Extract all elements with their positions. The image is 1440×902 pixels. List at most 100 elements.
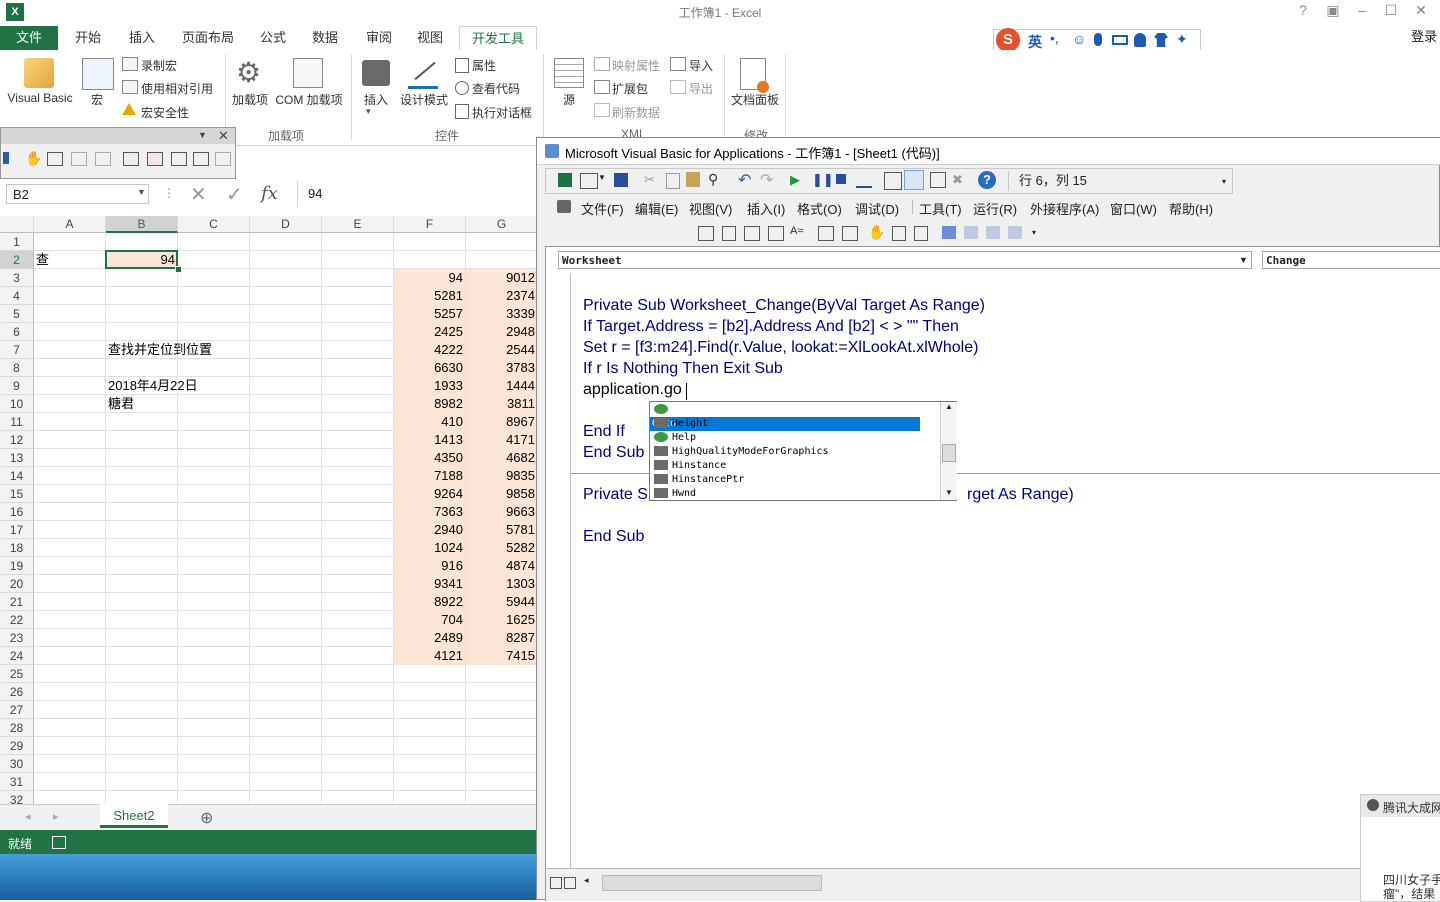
row-header[interactable]: 20 (0, 575, 34, 593)
intellisense-item[interactable]: HinstancePtr (650, 473, 940, 487)
object-dropdown-icon[interactable]: ▼ (1239, 255, 1248, 265)
cell-f17[interactable]: 2940 (396, 521, 466, 539)
previous-bookmark-icon[interactable] (986, 226, 1000, 239)
intellisense-item[interactable]: Goto (650, 403, 940, 431)
cell-f8[interactable]: 6630 (396, 359, 466, 377)
cell-f12[interactable]: 1413 (396, 431, 466, 449)
row-header[interactable]: 22 (0, 611, 34, 629)
cell-g11[interactable]: 8967 (468, 413, 538, 431)
row-header[interactable]: 19 (0, 557, 34, 575)
cell-g6[interactable]: 2948 (468, 323, 538, 341)
close-button[interactable]: ✕ (1407, 2, 1435, 19)
cell-f21[interactable]: 8922 (396, 593, 466, 611)
menu-help[interactable]: 帮助(H) (1169, 199, 1213, 218)
cell-g7[interactable]: 2544 (468, 341, 538, 359)
parameter-info-icon[interactable] (768, 226, 784, 241)
cell-f5[interactable]: 5257 (396, 305, 466, 323)
tab-data[interactable]: 数据 (300, 26, 350, 50)
hand-icon[interactable]: ✋ (25, 150, 42, 167)
news-notification[interactable]: 腾讯大成网 四川女子手 瘤"，结果 (1360, 794, 1440, 902)
tab-page-layout[interactable]: 页面布局 (170, 26, 246, 50)
enter-icon[interactable]: ✓ (226, 182, 243, 207)
project-explorer-icon[interactable] (884, 172, 902, 190)
cell-g8[interactable]: 3783 (468, 359, 538, 377)
quick-info-icon[interactable] (744, 226, 760, 241)
skin-icon[interactable] (1154, 33, 1168, 47)
cell-g16[interactable]: 9663 (468, 503, 538, 521)
document-panel-button[interactable]: 文档面板 (728, 91, 782, 108)
row-header[interactable]: 15 (0, 485, 34, 503)
row-header[interactable]: 13 (0, 449, 34, 467)
macro-record-icon[interactable] (52, 836, 66, 849)
row-header[interactable]: 12 (0, 431, 34, 449)
properties-button[interactable]: 属性 (472, 57, 496, 74)
run-dialog-button[interactable]: 执行对话框 (472, 104, 532, 121)
column-header[interactable]: E (322, 216, 394, 233)
object-browser-icon[interactable] (930, 172, 946, 188)
name-box-dropdown-icon[interactable]: ▼ (137, 187, 146, 197)
row-header[interactable]: 9 (0, 377, 34, 395)
clear-bookmarks-icon[interactable] (1008, 226, 1022, 239)
form-icon[interactable] (123, 152, 139, 166)
import-button[interactable]: 导入 (689, 57, 713, 74)
find-icon[interactable]: ⚲ (708, 171, 718, 188)
cell-g14[interactable]: 9835 (468, 467, 538, 485)
row-header[interactable]: 1 (0, 233, 34, 251)
vba-title-bar[interactable]: Microsoft Visual Basic for Applications … (537, 138, 1440, 165)
row-header[interactable]: 17 (0, 521, 34, 539)
row-header[interactable]: 18 (0, 539, 34, 557)
outdent-icon[interactable] (842, 226, 858, 241)
comment-block-icon[interactable] (892, 226, 906, 241)
cell-b7[interactable]: 查找并定位到位置 (108, 341, 308, 359)
scroll-right-icon[interactable]: ▸ (53, 810, 59, 823)
sogou-logo-icon[interactable]: S (996, 28, 1020, 52)
cell-f4[interactable]: 5281 (396, 287, 466, 305)
glasses-icon[interactable] (193, 152, 209, 166)
tab-formulas[interactable]: 公式 (248, 26, 298, 50)
insert-userform-icon[interactable] (580, 173, 598, 189)
row-header[interactable]: 10 (0, 395, 34, 413)
menu-edit[interactable]: 编辑(E) (635, 199, 678, 218)
column-header[interactable]: G (466, 216, 538, 233)
xml-source-button[interactable]: 源 (558, 91, 580, 108)
scroll-left-icon[interactable]: ◂ (584, 875, 589, 886)
toolbox-icon[interactable]: ✖ (952, 172, 963, 188)
object-combobox[interactable]: Worksheet (558, 251, 1252, 269)
help-button[interactable]: ? (1289, 2, 1317, 18)
pause-icon[interactable]: ❚❚ (812, 172, 834, 188)
module-icon[interactable] (147, 152, 163, 166)
cell-f7[interactable]: 4222 (396, 341, 466, 359)
row-header[interactable]: 27 (0, 701, 34, 719)
design-mode-icon[interactable] (856, 172, 872, 188)
sheet-tab-sheet2[interactable]: Sheet2 (100, 804, 168, 828)
row-header[interactable]: 7 (0, 341, 34, 359)
cell-b9[interactable]: 2018年4月22日 (108, 377, 308, 395)
cell-f16[interactable]: 7363 (396, 503, 466, 521)
intellisense-item[interactable]: HighQualityModeForGraphics (650, 445, 940, 459)
user-icon[interactable] (1134, 33, 1146, 47)
column-header[interactable]: C (178, 216, 250, 233)
cell-b10[interactable]: 糖君 (108, 395, 308, 413)
cell-f3[interactable]: 94 (396, 269, 466, 287)
keyboard-icon[interactable] (1112, 35, 1128, 45)
procedure-combobox[interactable]: Change (1262, 251, 1440, 269)
list-properties-icon[interactable] (698, 226, 714, 241)
column-header[interactable]: A (34, 216, 106, 233)
floating-toolbar-titlebar[interactable]: ▼ ✕ (1, 128, 235, 144)
full-module-view-icon[interactable] (564, 877, 576, 889)
cell-g20[interactable]: 1303 (468, 575, 538, 593)
menu-insert[interactable]: 插入(I) (747, 199, 785, 218)
intellisense-list[interactable]: GotoHeight Help HighQualityModeForGraphics… (649, 401, 957, 501)
comment-block-icon[interactable] (47, 152, 63, 166)
save-icon[interactable] (614, 173, 628, 187)
next-bookmark-icon[interactable] (964, 226, 978, 239)
row-header[interactable]: 16 (0, 503, 34, 521)
ime-lang-toggle[interactable]: 英 (1028, 32, 1042, 52)
cell-g4[interactable]: 2374 (468, 287, 538, 305)
add-sheet-button[interactable]: ⊕ (200, 808, 213, 828)
expansion-pack-button[interactable]: 扩展包 (612, 80, 648, 97)
scroll-up-icon[interactable]: ▲ (945, 402, 953, 411)
cell-f13[interactable]: 4350 (396, 449, 466, 467)
scroll-left-icon[interactable]: ◂ (25, 810, 31, 823)
paste-icon[interactable] (686, 172, 700, 187)
